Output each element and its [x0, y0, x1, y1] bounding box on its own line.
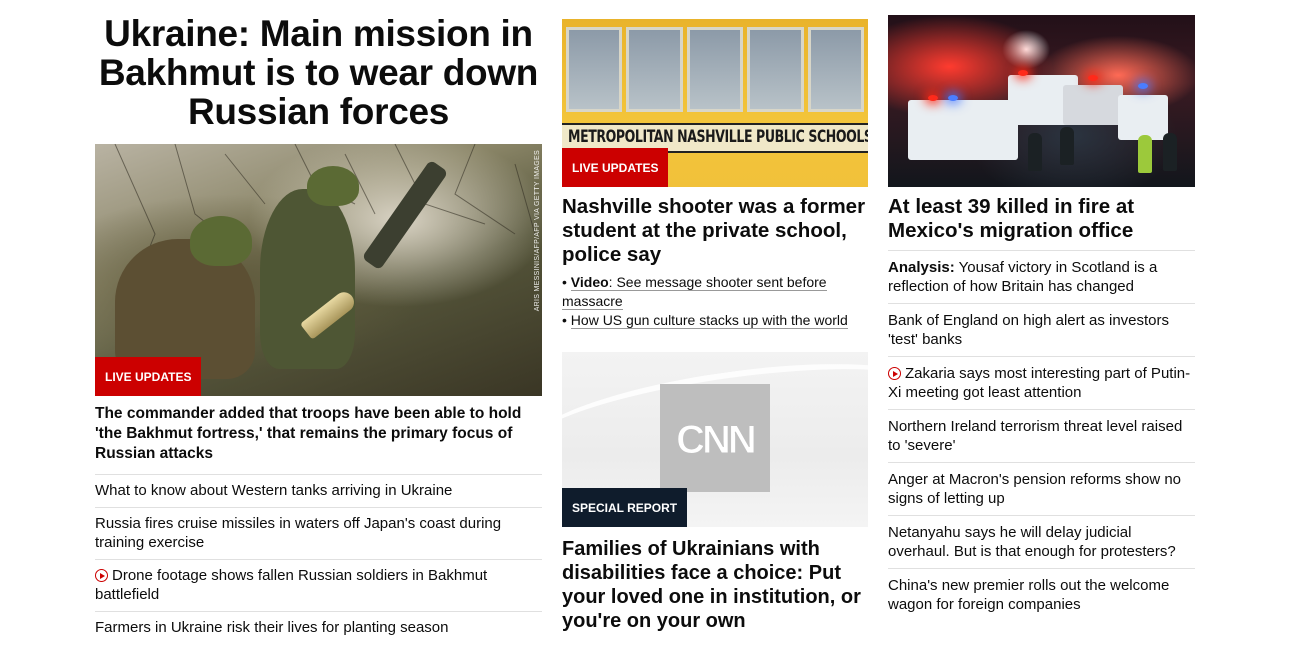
- live-updates-badge: LIVE UPDATES: [95, 357, 202, 396]
- lead-related-links: What to know about Western tanks arrivin…: [95, 475, 542, 644]
- soldier-helmet: [190, 216, 252, 266]
- list-item[interactable]: • Video: See message shooter sent before…: [562, 273, 868, 311]
- special-report-badge: SPECIAL REPORT: [562, 488, 688, 527]
- special-report-headline[interactable]: Families of Ukrainians with disabilities…: [562, 537, 868, 633]
- related-link[interactable]: How US gun culture stacks up with the wo…: [570, 312, 848, 329]
- related-link[interactable]: Farmers in Ukraine risk their lives for …: [95, 619, 448, 636]
- video-label[interactable]: Video: [571, 274, 609, 290]
- responder-figure: [1028, 133, 1042, 171]
- bus-windows: [562, 27, 868, 112]
- school-bus-image[interactable]: METROPOLITAN NASHVILLE PUBLIC SCHOOLS LI…: [562, 19, 868, 187]
- responder-figure: [1138, 135, 1152, 173]
- lead-story-image[interactable]: ARIS MESSINIS/AFP/AFP VIA GETTY IMAGES L…: [95, 144, 542, 396]
- live-updates-badge: LIVE UPDATES: [562, 148, 669, 187]
- related-link[interactable]: Drone footage shows fallen Russian soldi…: [95, 567, 487, 603]
- related-link[interactable]: Russia fires cruise missiles in waters o…: [95, 515, 501, 551]
- ambulance: [1063, 85, 1123, 125]
- right-column: At least 39 killed in fire at Mexico's m…: [888, 0, 1195, 621]
- related-link[interactable]: Northern Ireland terrorism threat level …: [888, 418, 1182, 454]
- lead-headline[interactable]: Ukraine: Main mission in Bakhmut is to w…: [95, 14, 542, 131]
- emergency-light: [1088, 75, 1098, 81]
- related-link[interactable]: What to know about Western tanks arrivin…: [95, 482, 452, 499]
- list-item[interactable]: Zakaria says most interesting part of Pu…: [888, 357, 1195, 410]
- list-item[interactable]: Northern Ireland terrorism threat level …: [888, 410, 1195, 463]
- lead-summary[interactable]: The commander added that troops have bee…: [95, 404, 542, 475]
- bus-lettering: METROPOLITAN NASHVILLE PUBLIC SCHOOLS: [568, 127, 868, 147]
- cnn-logo: CNN: [676, 418, 758, 463]
- responder-figure: [1163, 133, 1177, 171]
- related-link[interactable]: Zakaria says most interesting part of Pu…: [888, 365, 1190, 401]
- list-item[interactable]: Analysis: Yousaf victory in Scotland is …: [888, 251, 1195, 304]
- list-item[interactable]: Drone footage shows fallen Russian soldi…: [95, 560, 542, 612]
- list-item[interactable]: Anger at Macron's pension reforms show n…: [888, 463, 1195, 516]
- ambulance: [1118, 95, 1168, 140]
- right-column-links: Analysis: Yousaf victory in Scotland is …: [888, 251, 1195, 621]
- list-item[interactable]: Bank of England on high alert as investo…: [888, 304, 1195, 357]
- lead-story-column: Ukraine: Main mission in Bakhmut is to w…: [95, 0, 542, 644]
- emergency-light: [928, 95, 938, 101]
- middle-column: METROPOLITAN NASHVILLE PUBLIC SCHOOLS LI…: [562, 0, 868, 633]
- related-link[interactable]: China's new premier rolls out the welcom…: [888, 577, 1169, 613]
- list-item[interactable]: What to know about Western tanks arrivin…: [95, 475, 542, 508]
- soldier-figure: [260, 189, 355, 369]
- play-video-icon: [888, 367, 901, 380]
- emergency-light: [1018, 70, 1028, 76]
- ambulance: [908, 100, 1018, 160]
- list-item[interactable]: Farmers in Ukraine risk their lives for …: [95, 612, 542, 644]
- emergency-light: [1138, 83, 1148, 89]
- play-video-icon: [95, 569, 108, 582]
- related-link[interactable]: Bank of England on high alert as investo…: [888, 312, 1169, 348]
- mexico-fire-headline[interactable]: At least 39 killed in fire at Mexico's m…: [888, 195, 1195, 251]
- special-report-image[interactable]: CNN SPECIAL REPORT: [562, 352, 868, 527]
- image-credit: ARIS MESSINIS/AFP/AFP VIA GETTY IMAGES: [534, 150, 541, 312]
- list-item[interactable]: Netanyahu says he will delay judicial ov…: [888, 516, 1195, 569]
- responder-figure: [1060, 127, 1074, 165]
- related-link[interactable]: Anger at Macron's pension reforms show n…: [888, 471, 1181, 507]
- list-item[interactable]: • How US gun culture stacks up with the …: [562, 311, 868, 330]
- soldier-helmet: [307, 166, 359, 206]
- analysis-label[interactable]: Analysis:: [888, 259, 955, 276]
- emergency-light: [948, 95, 958, 101]
- nashville-related-links: • Video: See message shooter sent before…: [562, 273, 868, 330]
- mexico-fire-image[interactable]: [888, 15, 1195, 187]
- related-link[interactable]: Netanyahu says he will delay judicial ov…: [888, 524, 1176, 560]
- list-item[interactable]: China's new premier rolls out the welcom…: [888, 569, 1195, 621]
- list-item[interactable]: Russia fires cruise missiles in waters o…: [95, 508, 542, 560]
- nashville-headline[interactable]: Nashville shooter was a former student a…: [562, 195, 868, 267]
